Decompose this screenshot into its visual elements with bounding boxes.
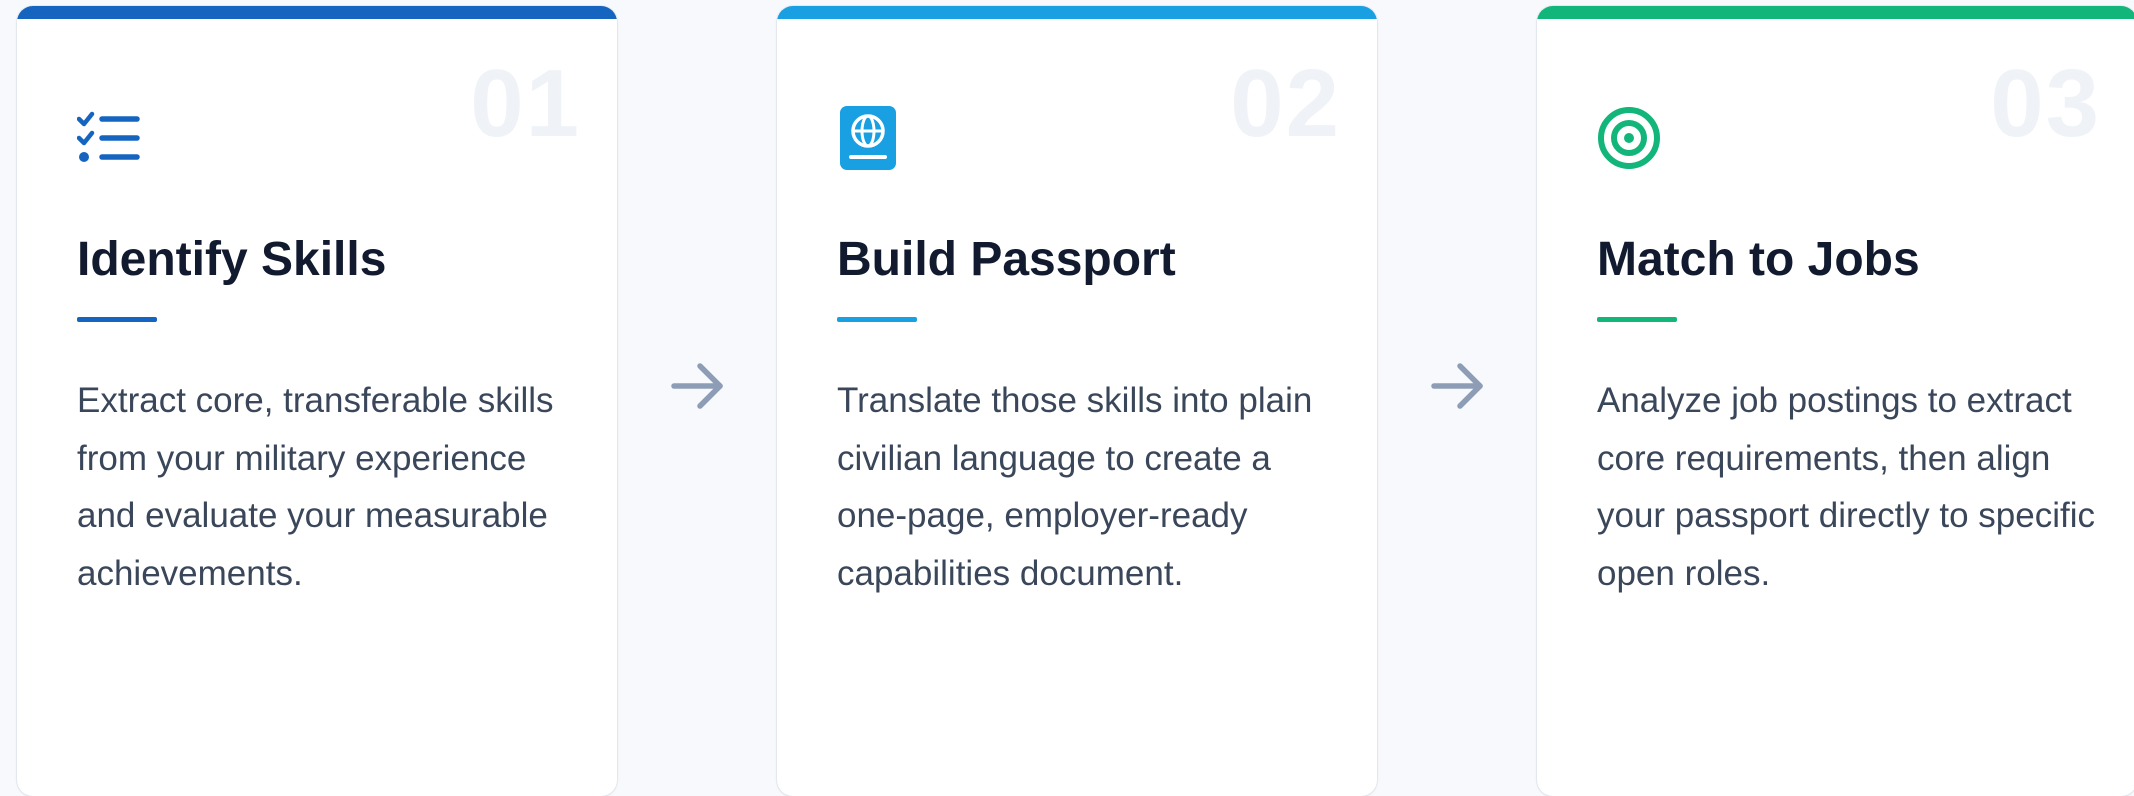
passport-icon	[840, 106, 896, 170]
title-underline	[77, 317, 157, 322]
arrow-right-icon	[671, 363, 723, 409]
step-card-build-passport: 02 Build Passport Translate those skills…	[777, 6, 1377, 796]
card-description: Extract core, transferable skills from y…	[77, 381, 554, 593]
checklist-icon	[77, 111, 140, 162]
card-accent-bar	[1537, 6, 2134, 19]
step-card-identify-skills: 01 Identify Skills Extract core, transfe…	[17, 6, 617, 796]
step-card-match-to-jobs: 03 Match to Jobs Analyze job postings to…	[1537, 6, 2134, 796]
card-accent-bar	[777, 6, 1377, 19]
card-title: Build Passport	[837, 233, 1176, 286]
card-title: Match to Jobs	[1597, 233, 1920, 286]
arrow-right-icon	[1431, 363, 1483, 409]
title-underline	[1597, 317, 1677, 322]
step-number: 03	[1990, 50, 2101, 157]
target-icon	[1598, 107, 1660, 169]
title-underline	[837, 317, 917, 322]
card-accent-bar	[17, 6, 617, 19]
card-title: Identify Skills	[77, 233, 387, 286]
card-description: Translate those skills into plain civili…	[837, 381, 1313, 593]
card-description: Analyze job postings to extract core req…	[1597, 381, 2095, 593]
step-number: 02	[1230, 50, 1341, 157]
step-number: 01	[470, 50, 581, 157]
